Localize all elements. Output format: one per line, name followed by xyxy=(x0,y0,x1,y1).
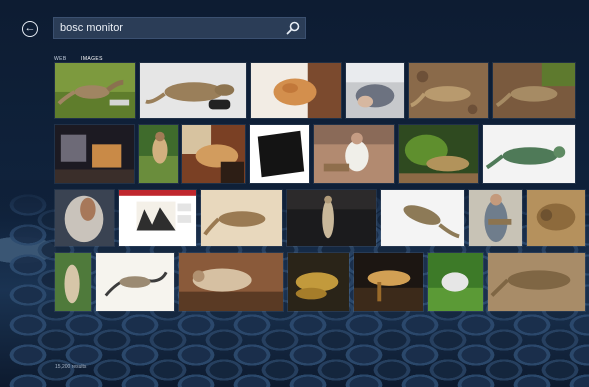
image-result[interactable] xyxy=(468,189,523,247)
image-result[interactable] xyxy=(345,62,405,119)
image-result[interactable] xyxy=(200,189,283,247)
image-result[interactable] xyxy=(95,252,175,312)
image-result[interactable] xyxy=(380,189,465,247)
image-result[interactable] xyxy=(398,124,479,184)
image-result[interactable] xyxy=(313,124,395,184)
image-result[interactable] xyxy=(54,62,136,119)
search-input[interactable] xyxy=(60,20,280,36)
image-result[interactable] xyxy=(286,189,377,247)
image-result[interactable] xyxy=(138,124,179,184)
image-result[interactable] xyxy=(353,252,424,312)
image-result[interactable] xyxy=(526,189,586,247)
image-result[interactable] xyxy=(482,124,576,184)
image-result[interactable] xyxy=(487,252,586,312)
image-result[interactable] xyxy=(427,252,484,312)
image-result[interactable] xyxy=(54,252,92,312)
image-result[interactable] xyxy=(249,124,310,184)
image-result[interactable] xyxy=(54,124,135,184)
image-result[interactable] xyxy=(54,189,115,247)
search-icon[interactable] xyxy=(285,20,301,36)
image-result[interactable] xyxy=(178,252,284,312)
image-result[interactable] xyxy=(181,124,246,184)
image-result[interactable] xyxy=(287,252,350,312)
search-tabs: WEB IMAGES xyxy=(54,47,113,62)
image-result[interactable] xyxy=(408,62,489,119)
image-result[interactable] xyxy=(118,189,197,247)
image-result[interactable] xyxy=(139,62,247,119)
image-result[interactable] xyxy=(250,62,342,119)
result-count: 15,200 results xyxy=(55,364,87,370)
search-box xyxy=(53,17,306,39)
back-arrow-icon[interactable]: ← xyxy=(22,21,38,37)
app-window: ← WEB IMAGES xyxy=(0,0,589,387)
image-result[interactable] xyxy=(492,62,576,119)
